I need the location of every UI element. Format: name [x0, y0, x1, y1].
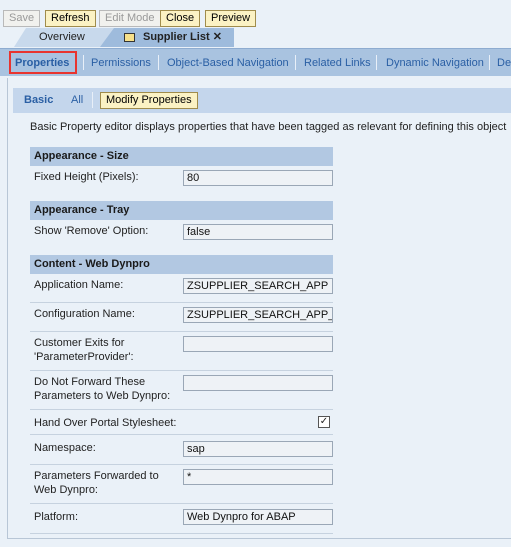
nav-properties[interactable]: Properties — [15, 57, 69, 69]
label: Parameters Forwarded to Web Dynpro: — [34, 470, 159, 496]
label: Customer Exits for 'ParameterProvider': — [34, 337, 134, 363]
show-remove-field[interactable]: false — [183, 224, 333, 240]
configuration-name-field[interactable]: ZSUPPLIER_SEARCH_APP_AC — [183, 307, 333, 323]
customer-exits-field[interactable] — [183, 336, 333, 352]
property-nav: Properties Permissions Object-Based Navi… — [0, 48, 511, 76]
label: Do Not Forward These Parameters to Web D… — [34, 376, 171, 402]
label: Application Name: — [34, 279, 124, 291]
nav-related-links[interactable]: Related Links — [304, 57, 371, 69]
page-icon — [124, 33, 135, 42]
save-button[interactable]: Save — [3, 10, 41, 27]
edit-mode-button[interactable]: Edit Mode — [99, 10, 161, 27]
label: Fixed Height (Pixels): — [34, 171, 139, 183]
namespace-field[interactable]: sap — [183, 441, 333, 457]
do-not-forward-field[interactable] — [183, 375, 333, 391]
basic-link[interactable]: Basic — [24, 94, 53, 106]
nav-more[interactable]: De — [497, 57, 511, 69]
modify-properties-button[interactable]: Modify Properties — [100, 92, 198, 109]
section-appearance-size: Appearance - Size — [30, 147, 333, 166]
tab-label: Overview — [39, 31, 85, 43]
application-name-field[interactable]: ZSUPPLIER_SEARCH_APP — [183, 278, 333, 294]
parameters-forwarded-field[interactable]: * — [183, 469, 333, 485]
label: Show 'Remove' Option: — [34, 225, 149, 237]
stylesheet-checkbox[interactable]: ✓ — [318, 416, 330, 428]
label: Platform: — [34, 511, 79, 523]
label: Namespace: — [34, 442, 96, 454]
refresh-button[interactable]: Refresh — [45, 10, 96, 27]
label: Hand Over Portal Stylesheet: — [34, 417, 177, 429]
view-toolbar: Basic All Modify Properties — [13, 88, 511, 113]
description: Basic Property editor displays propertie… — [30, 121, 507, 133]
tab-supplier-list[interactable]: Supplier List ✕ — [100, 28, 234, 47]
tab-overview[interactable]: Overview — [14, 28, 114, 47]
nav-permissions[interactable]: Permissions — [91, 57, 151, 69]
close-tab-icon[interactable]: ✕ — [213, 31, 222, 43]
nav-dynamic-navigation[interactable]: Dynamic Navigation — [386, 57, 484, 69]
platform-field[interactable]: Web Dynpro for ABAP — [183, 509, 333, 525]
tab-label: Supplier List — [143, 31, 210, 43]
preview-button[interactable]: Preview — [205, 10, 257, 27]
section-appearance-tray: Appearance - Tray — [30, 201, 333, 220]
all-link[interactable]: All — [71, 94, 83, 106]
label: Configuration Name: — [34, 308, 135, 320]
fixed-height-field[interactable]: 80 — [183, 170, 333, 186]
nav-object-based-navigation[interactable]: Object-Based Navigation — [167, 57, 289, 69]
close-button[interactable]: Close — [160, 10, 201, 27]
section-content-web-dynpro: Content - Web Dynpro — [30, 255, 333, 274]
